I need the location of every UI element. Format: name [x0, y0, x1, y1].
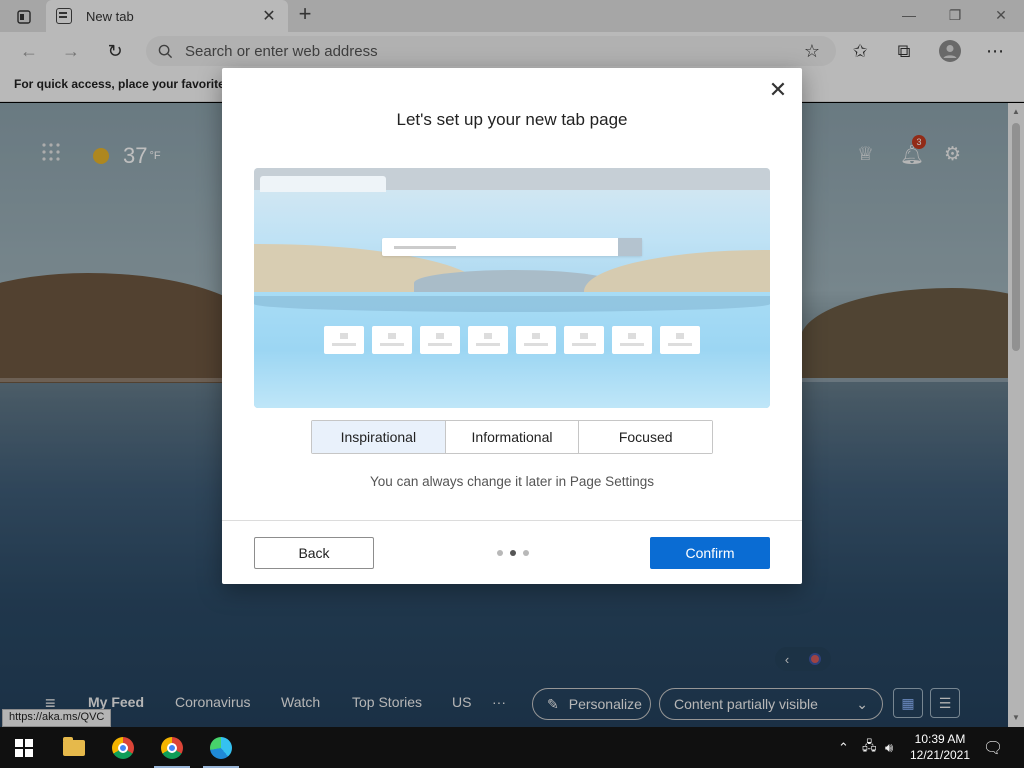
windows-start-icon[interactable]	[0, 727, 48, 768]
dialog-title: Let's set up your new tab page	[396, 110, 628, 129]
preview-tab	[260, 176, 386, 192]
preview-tile	[324, 326, 364, 354]
step-dot-current	[510, 550, 516, 556]
step-dot	[523, 550, 529, 556]
chrome-icon[interactable]	[99, 727, 147, 768]
preview-search-box	[382, 238, 642, 256]
dialog-hint: You can always change it later in Page S…	[370, 474, 654, 489]
setup-dialog: ✕ Let's set up your new tab page Inspira…	[222, 68, 802, 584]
windows-taskbar: ⌃ 🖧︎ 🔊︎ 10:39 AM 12/21/2021 🗨︎	[0, 727, 1024, 768]
edge-icon[interactable]	[197, 727, 245, 768]
step-indicator	[497, 550, 529, 556]
preview-tile	[516, 326, 556, 354]
preview-quick-links	[324, 326, 700, 354]
preview-tile	[612, 326, 652, 354]
taskbar-clock[interactable]: 10:39 AM 12/21/2021	[904, 731, 976, 763]
preview-tile	[372, 326, 412, 354]
option-focused[interactable]: Focused	[579, 421, 713, 453]
notification-center-icon[interactable]: 🗨︎	[983, 727, 1003, 768]
volume-icon[interactable]: 🔊︎	[885, 727, 893, 768]
preview-search-button	[618, 238, 642, 256]
option-inspirational[interactable]: Inspirational	[312, 421, 446, 453]
close-icon[interactable]: ✕	[768, 79, 788, 101]
back-button[interactable]: Back	[254, 537, 374, 569]
file-explorer-icon[interactable]	[50, 727, 98, 768]
network-icon[interactable]: 🖧︎	[862, 727, 877, 768]
preview-lake-shadow	[254, 296, 770, 312]
layout-selector: Inspirational Informational Focused	[311, 420, 713, 454]
layout-preview-image	[254, 168, 770, 408]
step-dot	[497, 550, 503, 556]
preview-mountain	[584, 250, 770, 296]
option-informational[interactable]: Informational	[445, 421, 580, 453]
preview-tile	[420, 326, 460, 354]
clock-date: 12/21/2021	[909, 748, 971, 762]
clock-time: 10:39 AM	[914, 732, 966, 746]
show-hidden-icons[interactable]: ⌃	[838, 727, 849, 768]
preview-tile	[564, 326, 604, 354]
confirm-button[interactable]: Confirm	[650, 537, 770, 569]
chrome-icon[interactable]	[148, 727, 196, 768]
preview-tile	[660, 326, 700, 354]
preview-tile	[468, 326, 508, 354]
dialog-divider	[222, 520, 802, 521]
